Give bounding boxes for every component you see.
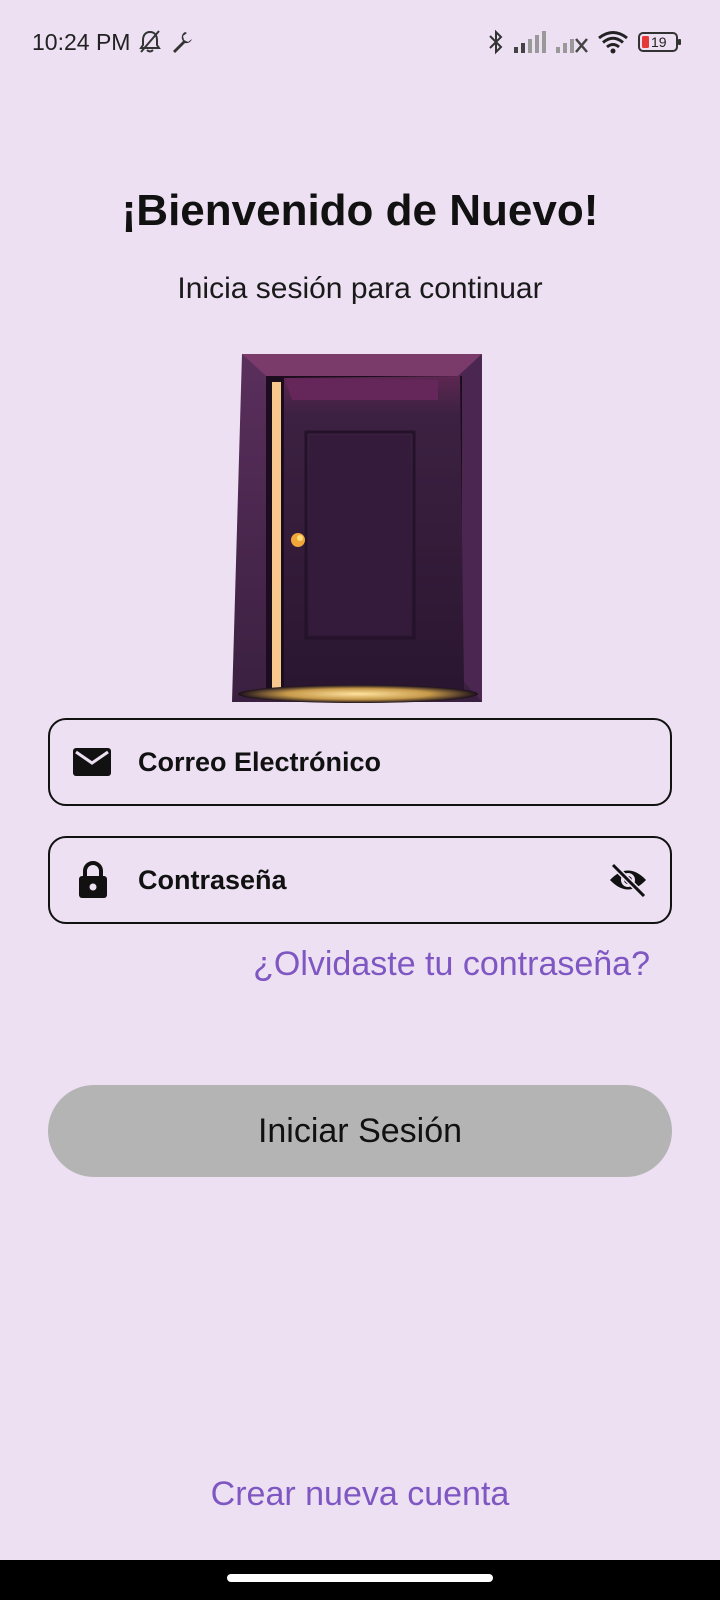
eye-off-icon[interactable] [608,863,648,897]
login-screen: 10:24 PM 19 ¡Bienvenido de Nuevo! Inicia… [0,0,720,1600]
password-input[interactable] [138,838,590,922]
email-field[interactable] [48,718,672,806]
navigation-bar [0,1560,720,1600]
email-input[interactable] [138,720,590,804]
create-account-link[interactable]: Crear nueva cuenta [0,1475,720,1514]
page-subtitle: Inicia sesión para continuar [177,272,543,305]
forgot-password-link[interactable]: ¿Olvidaste tu contraseña? [253,945,650,984]
login-button[interactable]: Iniciar Sesión [48,1085,672,1177]
status-time: 10:24 PM [32,28,131,55]
password-field[interactable] [48,836,672,924]
mail-icon [72,746,112,778]
battery-level: 19 [651,34,667,50]
battery-icon: 19 [638,31,682,53]
bluetooth-icon [488,29,504,55]
signal-no-service-icon [556,31,588,53]
wrench-icon [170,30,194,54]
status-left: 10:24 PM [32,29,194,56]
lock-icon [78,861,108,899]
bell-off-icon [138,29,162,55]
page-title: ¡Bienvenido de Nuevo! [121,186,599,235]
door-illustration [232,352,482,708]
home-indicator[interactable] [227,1574,493,1582]
signal-icon [514,31,546,53]
wifi-icon [598,30,628,54]
status-right: 19 [488,29,682,55]
status-bar: 10:24 PM 19 [0,0,720,84]
